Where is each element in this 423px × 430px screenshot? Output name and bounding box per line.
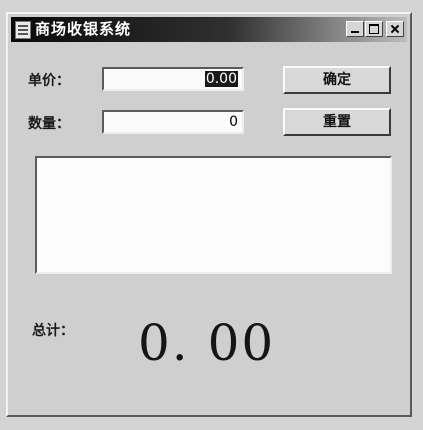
close-icon[interactable] — [386, 21, 404, 37]
quantity-label: 数量： — [28, 116, 70, 132]
confirm-button[interactable]: 确定 — [283, 66, 391, 94]
total-value: 0. 00 — [138, 314, 276, 372]
app-icon — [15, 21, 31, 39]
quantity-input[interactable]: 0 — [102, 110, 244, 134]
item-list[interactable] — [35, 156, 392, 274]
unit-price-label: 单价： — [28, 73, 70, 89]
quantity-value: 0 — [229, 114, 238, 130]
unit-price-value: 0.00 — [204, 71, 238, 87]
reset-button[interactable]: 重置 — [283, 108, 391, 136]
maximize-icon[interactable] — [365, 21, 383, 37]
total-label: 总计： — [32, 323, 74, 339]
cashier-window: 商场收银系统 单价： 0.00 数量： 0 确定 重置 总计： 0. 00 — [6, 12, 412, 417]
title-bar[interactable]: 商场收银系统 — [11, 17, 407, 42]
minimize-icon[interactable] — [346, 21, 364, 37]
unit-price-input[interactable]: 0.00 — [102, 67, 244, 91]
window-title: 商场收银系统 — [35, 20, 132, 38]
